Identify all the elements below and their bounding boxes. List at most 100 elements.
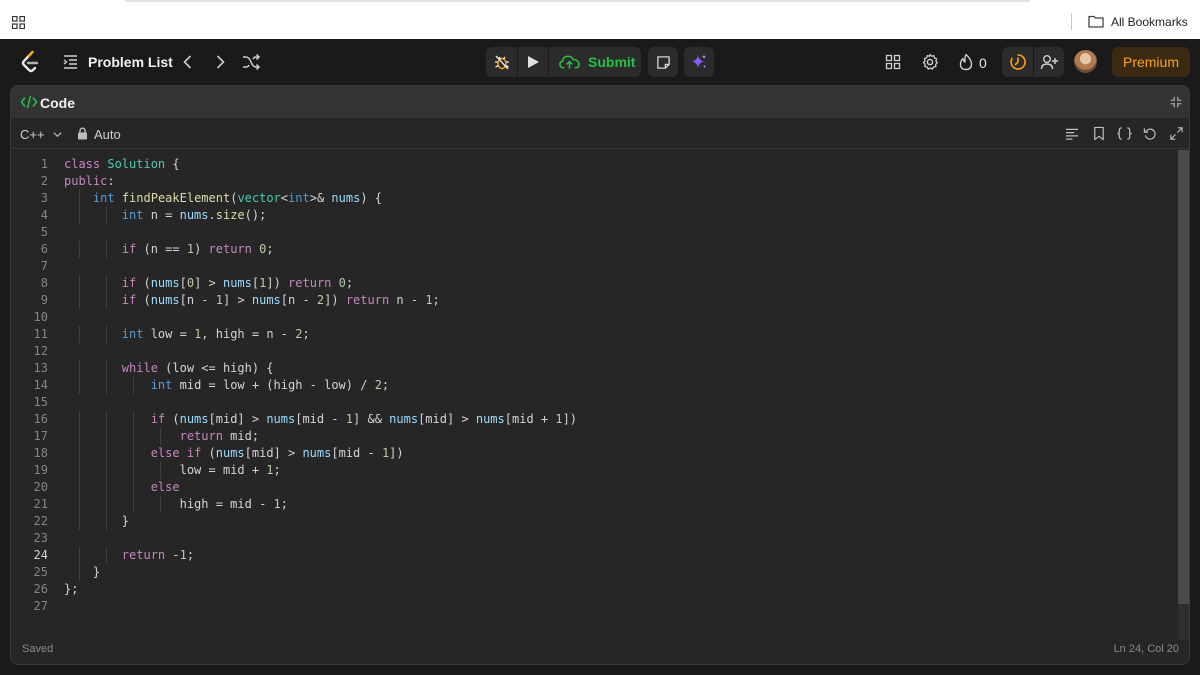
line-number: 4 (40, 208, 48, 222)
line-number: 26 (33, 582, 48, 596)
code-text: int n = nums.size(); (121, 208, 267, 222)
code-line[interactable]: 10 (11, 309, 1177, 326)
streak-count: 0 (979, 55, 987, 71)
code-text: if (nums[n - 1] > nums[n - 2]) return n … (121, 293, 440, 307)
line-number: 1 (40, 157, 48, 171)
code-line[interactable]: 25 } (11, 564, 1177, 581)
line-number: 23 (33, 531, 48, 545)
line-number: 18 (33, 446, 48, 460)
reset-undo-icon[interactable] (1142, 126, 1157, 141)
line-number: 19 (33, 463, 48, 477)
shuffle-icon[interactable] (241, 52, 261, 72)
code-line[interactable]: 1 class Solution { (11, 156, 1177, 173)
code-text: else (150, 480, 180, 494)
code-line[interactable]: 16 if (nums[mid] > nums[mid - 1] && nums… (11, 411, 1177, 428)
code-line[interactable]: 27 (11, 598, 1177, 615)
code-text: } (64, 514, 130, 528)
cloud-upload-icon (559, 55, 580, 69)
timer-icon[interactable] (1002, 47, 1033, 77)
line-number: 15 (33, 395, 48, 409)
submit-label: Submit (588, 54, 636, 70)
line-number: 20 (33, 480, 48, 494)
code-text: high = mid - 1; (64, 497, 288, 511)
code-line[interactable]: 17 return mid; (11, 428, 1177, 445)
code-line[interactable]: 9 if (nums[n - 1] > nums[n - 2]) return … (11, 292, 1177, 309)
code-panel: Code C++ Auto 1 class Solution {2 publi… (10, 85, 1190, 665)
line-number: 13 (33, 361, 48, 375)
code-line[interactable]: 22 } (11, 513, 1177, 530)
run-controls: Submit (486, 47, 641, 77)
bookmarks-bar: All Bookmarks (0, 0, 1200, 39)
invite-user-icon[interactable] (1033, 47, 1064, 77)
code-line[interactable]: 23 (11, 530, 1177, 547)
line-number: 10 (33, 310, 48, 324)
session-controls (1002, 47, 1064, 77)
code-line[interactable]: 12 (11, 343, 1177, 360)
code-line[interactable]: 18 else if (nums[mid] > nums[mid - 1]) (11, 445, 1177, 462)
apps-grid-icon[interactable] (12, 16, 25, 29)
code-line[interactable]: 13 while (low <= high) { (11, 360, 1177, 377)
next-problem-chevron-right-icon[interactable] (210, 52, 230, 72)
auto-mode-label[interactable]: Auto (94, 127, 121, 142)
note-icon[interactable] (648, 47, 678, 77)
code-text: return -1; (121, 548, 195, 562)
line-number: 27 (33, 599, 48, 613)
code-line[interactable]: 3 int findPeakElement(vector<int>& nums)… (11, 190, 1177, 207)
code-line[interactable]: 4 int n = nums.size(); (11, 207, 1177, 224)
submit-button[interactable]: Submit (548, 47, 641, 77)
problem-list-link[interactable]: Problem List (88, 54, 173, 70)
code-text: int findPeakElement(vector<int>& nums) { (92, 191, 382, 205)
code-line[interactable]: 7 (11, 258, 1177, 275)
code-line[interactable]: 20 else (11, 479, 1177, 496)
code-text: }; (64, 582, 79, 596)
ai-sparkle-icon[interactable] (684, 47, 714, 77)
code-line[interactable]: 26}; (11, 581, 1177, 598)
editor-scrollbar-track[interactable] (1178, 604, 1189, 640)
prev-problem-chevron-left-icon[interactable] (178, 52, 198, 72)
folder-icon[interactable] (1088, 14, 1104, 28)
code-line[interactable]: 24 return -1; (11, 547, 1177, 564)
line-number: 25 (33, 565, 48, 579)
collapse-icon[interactable] (1168, 94, 1184, 110)
code-text: int mid = low + (high - low) / 2; (150, 378, 390, 392)
code-line[interactable]: 5 (11, 224, 1177, 241)
editor-scrollbar-thumb[interactable] (1178, 150, 1189, 604)
code-line[interactable]: 15 (11, 394, 1177, 411)
braces-icon[interactable] (1115, 126, 1133, 141)
fullscreen-expand-icon[interactable] (1169, 126, 1184, 141)
code-line[interactable]: 11 int low = 1, high = n - 2; (11, 326, 1177, 343)
code-line[interactable]: 14 int mid = low + (high - low) / 2; (11, 377, 1177, 394)
language-select[interactable]: C++ (20, 127, 45, 142)
code-line[interactable]: 19 low = mid + 1; (11, 462, 1177, 479)
code-text: while (low <= high) { (121, 361, 274, 375)
code-line[interactable]: 6 if (n == 1) return 0; (11, 241, 1177, 258)
code-editor[interactable]: 1 class Solution {2 public: 3 int findPeakE… (11, 150, 1177, 640)
run-play-icon[interactable] (517, 47, 548, 77)
code-text: int low = 1, high = n - 2; (121, 327, 310, 341)
code-line[interactable]: 8 if (nums[0] > nums[1]) return 0; (11, 275, 1177, 292)
debug-bug-icon[interactable] (486, 47, 517, 77)
line-number: 12 (33, 344, 48, 358)
format-lines-icon[interactable] (1064, 126, 1079, 141)
line-number: 21 (33, 497, 48, 511)
leetcode-logo-icon[interactable] (19, 50, 41, 74)
line-number: 16 (33, 412, 48, 426)
line-number: 22 (33, 514, 48, 528)
line-number: 8 (40, 276, 48, 290)
lock-icon (77, 127, 88, 140)
streak-flame-icon[interactable] (957, 52, 975, 72)
avatar[interactable] (1074, 50, 1097, 73)
line-number: 3 (40, 191, 48, 205)
code-text: if (n == 1) return 0; (121, 242, 274, 256)
line-number: 9 (40, 293, 48, 307)
bookmark-icon[interactable] (1091, 126, 1106, 141)
settings-gear-icon[interactable] (920, 52, 940, 72)
code-line[interactable]: 2 public: (11, 173, 1177, 190)
layout-grid-icon[interactable] (883, 52, 903, 72)
top-nav: Problem List Submit 0 Premium (0, 39, 1200, 85)
chevron-down-icon[interactable] (51, 128, 63, 140)
all-bookmarks-link[interactable]: All Bookmarks (1111, 15, 1188, 29)
problem-list-icon[interactable] (62, 53, 79, 70)
code-line[interactable]: 21 high = mid - 1; (11, 496, 1177, 513)
premium-button[interactable]: Premium (1112, 47, 1190, 77)
